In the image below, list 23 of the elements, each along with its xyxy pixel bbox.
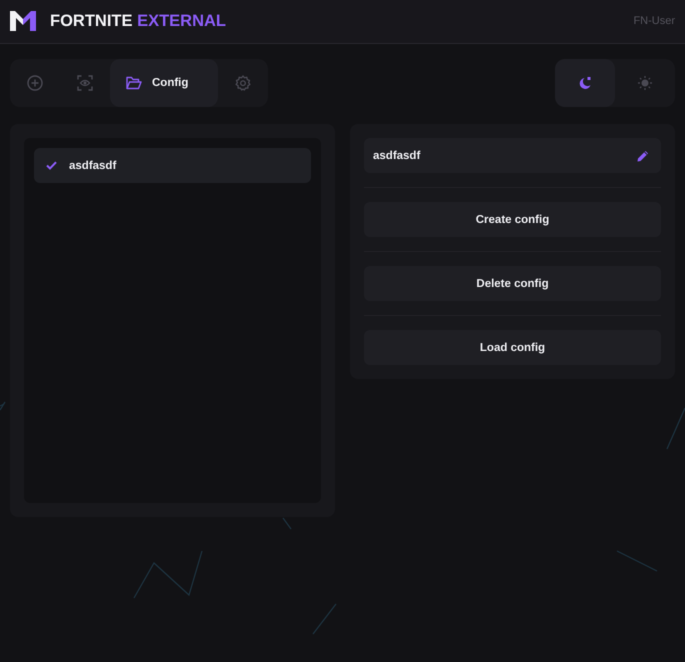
folder-icon — [126, 76, 142, 90]
config-item[interactable]: asdfasdf — [34, 148, 311, 183]
action-button[interactable]: Create config — [364, 202, 661, 237]
theme-button[interactable] — [555, 59, 615, 107]
user-name: FN-User — [633, 15, 675, 27]
action-button[interactable]: Load config — [364, 330, 661, 365]
check-icon — [46, 161, 57, 170]
tab[interactable]: Config — [110, 59, 218, 107]
particle-line — [282, 518, 292, 530]
config-name-field[interactable]: asdfasdf — [364, 138, 661, 173]
pencil-icon[interactable] — [637, 150, 649, 162]
particle-line — [312, 604, 336, 634]
moon-icon — [578, 76, 592, 90]
logo-icon — [10, 11, 36, 31]
sun-icon — [638, 76, 652, 90]
settings-icon — [235, 75, 251, 91]
crosshair-icon — [27, 75, 43, 91]
particle-line — [616, 550, 658, 572]
particle-line — [133, 550, 203, 598]
app-title: FORTNITE EXTERNAL — [50, 12, 226, 30]
action-button[interactable]: Delete config — [364, 266, 661, 301]
eye-scan-icon — [77, 75, 93, 91]
particle-line — [666, 408, 685, 450]
